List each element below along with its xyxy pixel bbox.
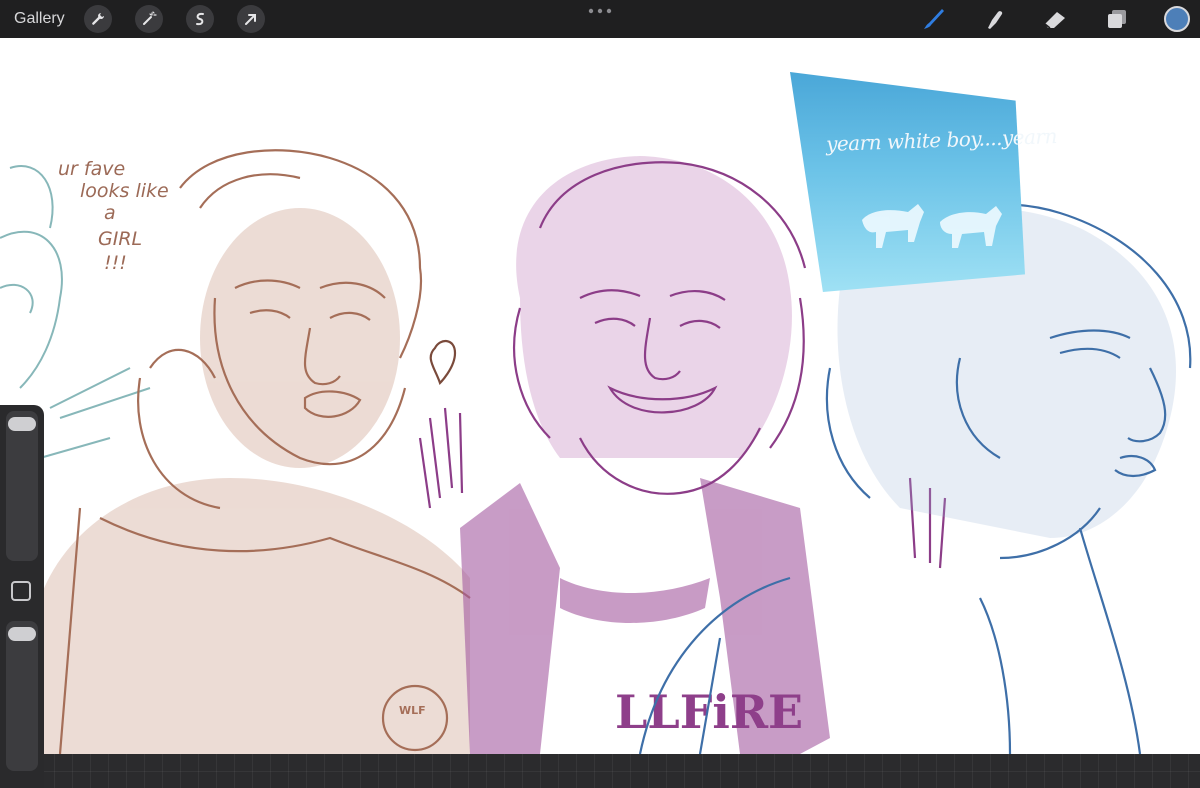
layers-icon bbox=[1108, 10, 1126, 28]
eraser-tool-button[interactable] bbox=[1040, 4, 1070, 34]
transform-button[interactable] bbox=[237, 5, 265, 33]
svg-text:LLFiRE: LLFiRE bbox=[615, 685, 803, 739]
selection-button[interactable] bbox=[186, 5, 214, 33]
actions-button[interactable] bbox=[84, 5, 112, 33]
horses-image bbox=[862, 204, 1002, 248]
brush-tool-button[interactable] bbox=[918, 4, 948, 34]
patch-text: WLF bbox=[399, 704, 426, 717]
opacity-slider[interactable] bbox=[6, 621, 38, 771]
brush-size-slider[interactable] bbox=[6, 411, 38, 561]
smudge-icon bbox=[988, 11, 1003, 29]
opacity-handle[interactable] bbox=[8, 627, 36, 641]
eraser-icon bbox=[1044, 12, 1065, 29]
left-sidebar bbox=[0, 405, 44, 788]
brush-size-handle[interactable] bbox=[8, 417, 36, 431]
layers-button[interactable] bbox=[1102, 4, 1132, 34]
smudge-tool-button[interactable] bbox=[980, 4, 1010, 34]
note-line: GIRL bbox=[98, 228, 143, 250]
adjustments-button[interactable] bbox=[135, 5, 163, 33]
more-options-icon[interactable] bbox=[585, 7, 615, 15]
gallery-button[interactable]: Gallery bbox=[14, 9, 65, 29]
note-line: looks like bbox=[80, 180, 169, 202]
wrench-icon bbox=[92, 13, 105, 25]
modify-button[interactable] bbox=[11, 581, 31, 601]
reference-image bbox=[790, 72, 1025, 292]
selection-icon bbox=[196, 12, 204, 26]
brush-icon bbox=[924, 9, 944, 29]
drawing-canvas[interactable]: LLFiRE ur fave looks like a GIRL !!! yea… bbox=[0, 38, 1200, 754]
top-toolbar: Gallery bbox=[0, 0, 1200, 38]
note-line: !!! bbox=[104, 252, 127, 274]
note-line: a bbox=[104, 202, 116, 224]
canvas-bottom-edge bbox=[0, 754, 1200, 788]
note-line: ur fave bbox=[58, 158, 126, 180]
color-picker-button[interactable] bbox=[1164, 6, 1190, 32]
transform-arrow-icon bbox=[245, 14, 256, 25]
magic-wand-icon bbox=[143, 11, 157, 25]
